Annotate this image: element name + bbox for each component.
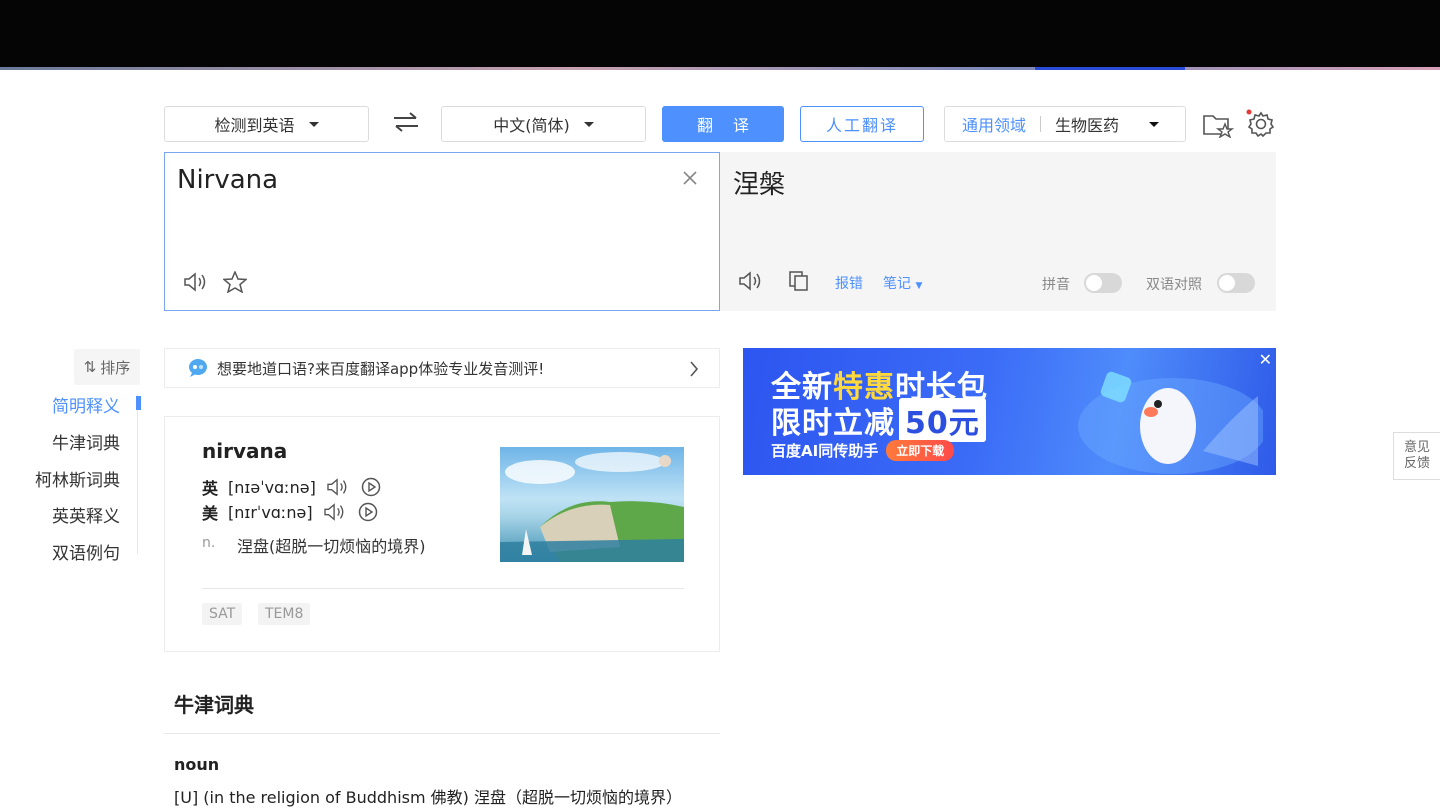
ad-banner[interactable]: 全新特惠时长包 限时立减 50元 百度AI同传助手 立即下载 ✕ bbox=[743, 348, 1276, 475]
feedback-label-line-1: 意见 bbox=[1403, 440, 1430, 455]
oxford-part-of-speech: noun bbox=[174, 755, 220, 774]
domain-select[interactable]: 通用领域 生物医药 bbox=[944, 106, 1186, 142]
chevron-down-icon bbox=[583, 121, 594, 127]
domain-separator bbox=[1040, 116, 1042, 132]
target-language-select[interactable]: 中文(简体) bbox=[441, 106, 646, 142]
notes-label: 笔记 bbox=[883, 276, 911, 292]
swap-icon[interactable] bbox=[392, 110, 420, 134]
oxford-definition: [U] (in the religion of Buddhism 佛教) 涅盘（… bbox=[174, 788, 682, 807]
settings-gear-icon[interactable] bbox=[1244, 108, 1276, 140]
report-error-link[interactable]: 报错 bbox=[835, 273, 863, 293]
promo-text: 想要地道口语?来百度翻译app体验专业发音测评! bbox=[217, 359, 545, 378]
chevron-right-icon bbox=[690, 361, 699, 377]
sidebar-item-oxford[interactable]: 牛津词典 bbox=[52, 429, 120, 454]
domain-general-option[interactable]: 通用领域 bbox=[945, 112, 1026, 136]
definition: 涅盘(超脱一切烦恼的境界) bbox=[237, 537, 426, 556]
bilingual-label: 双语对照 bbox=[1146, 277, 1202, 293]
sidebar-item-collins[interactable]: 柯林斯词典 bbox=[35, 466, 120, 491]
chevron-down-icon bbox=[308, 121, 319, 127]
translate-button[interactable]: 翻译 bbox=[662, 106, 784, 142]
sidebar-active-marker bbox=[136, 396, 141, 410]
oxford-divider bbox=[164, 733, 720, 734]
source-language-select[interactable]: 检测到英语 bbox=[164, 106, 369, 142]
cliff-landscape-image bbox=[500, 452, 684, 562]
notes-link[interactable]: 笔记 ▼ bbox=[883, 273, 922, 293]
translation-text: 涅槃 bbox=[733, 170, 786, 200]
ad-discount-badge: 50元 bbox=[899, 398, 986, 442]
top-divider bbox=[0, 67, 1440, 70]
sidebar-item-examples[interactable]: 双语例句 bbox=[52, 539, 120, 564]
uk-practice-icon[interactable] bbox=[360, 476, 382, 498]
us-pronunciation-row: 美 [nɪrˈvɑːnə] bbox=[202, 500, 379, 524]
sort-icon: ⇅ bbox=[83, 358, 97, 376]
feedback-label-line-2: 反馈 bbox=[1403, 456, 1430, 471]
speaker-icon[interactable] bbox=[738, 270, 764, 292]
pinyin-toggle[interactable] bbox=[1084, 273, 1122, 293]
chat-bubble-icon bbox=[189, 359, 207, 377]
headword: nirvana bbox=[202, 439, 288, 463]
human-translate-button[interactable]: 人工翻译 bbox=[800, 106, 924, 142]
pinyin-label: 拼音 bbox=[1042, 277, 1070, 293]
us-practice-icon[interactable] bbox=[357, 501, 379, 523]
sidebar-item-en-en[interactable]: 英英释义 bbox=[52, 502, 120, 527]
uk-speaker-icon[interactable] bbox=[326, 477, 350, 497]
speaker-icon[interactable] bbox=[183, 271, 209, 293]
chevron-down-icon bbox=[1149, 121, 1160, 127]
ad-subheadline: 限时立减 50元 bbox=[771, 398, 986, 442]
brief-definition-card: nirvana 英 [nɪəˈvɑːnə] 美 [nɪrˈvɑːnə] n. 涅… bbox=[164, 416, 720, 652]
ad-brand: 百度AI同传助手 bbox=[771, 442, 879, 460]
feedback-button[interactable]: 意见 反馈 bbox=[1393, 432, 1440, 480]
target-language-label: 中文(简体) bbox=[493, 116, 570, 135]
uk-phonetic: [nɪəˈvɑːnə] bbox=[228, 477, 316, 497]
source-language-label: 检测到英语 bbox=[214, 116, 295, 135]
caret-down-icon: ▼ bbox=[915, 281, 923, 291]
exam-tag-sat: SAT bbox=[202, 603, 243, 625]
copy-icon[interactable] bbox=[788, 270, 810, 292]
promo-banner[interactable]: 想要地道口语?来百度翻译app体验专业发音测评! bbox=[164, 348, 720, 388]
source-text-area[interactable]: Nirvana bbox=[164, 152, 720, 311]
clear-icon[interactable] bbox=[683, 171, 697, 185]
favorites-folder-icon[interactable] bbox=[1202, 110, 1234, 138]
ad-subheadline-text: 限时立减 bbox=[771, 406, 895, 441]
card-divider bbox=[202, 588, 684, 589]
ad-mascot-illustration bbox=[1078, 371, 1263, 474]
source-text[interactable]: Nirvana bbox=[177, 165, 278, 195]
bilingual-toggle[interactable] bbox=[1217, 273, 1255, 293]
exam-tag-tem8: TEM8 bbox=[258, 603, 311, 625]
uk-pronunciation-row: 英 [nɪəˈvɑːnə] bbox=[202, 475, 382, 499]
sidebar-item-brief[interactable]: 简明释义 bbox=[52, 392, 120, 417]
star-icon[interactable] bbox=[223, 271, 247, 293]
word-image[interactable] bbox=[500, 447, 684, 562]
domain-selected-label: 生物医药 bbox=[1055, 116, 1120, 135]
part-of-speech: n. bbox=[202, 535, 216, 551]
translation-result-area: 涅槃 报错 笔记 ▼ 拼音 双语对照 bbox=[720, 152, 1276, 311]
ad-download-button[interactable]: 立即下载 bbox=[886, 440, 955, 461]
top-bar bbox=[0, 0, 1440, 68]
uk-label: 英 bbox=[202, 479, 219, 498]
top-divider-highlight bbox=[1035, 67, 1185, 70]
sort-label: 排序 bbox=[100, 358, 131, 377]
close-icon[interactable]: ✕ bbox=[1259, 350, 1272, 369]
us-speaker-icon[interactable] bbox=[323, 502, 347, 522]
us-label: 美 bbox=[202, 504, 219, 523]
sidebar-track bbox=[137, 394, 138, 554]
sort-button[interactable]: ⇅ 排序 bbox=[74, 349, 140, 385]
us-phonetic: [nɪrˈvɑːnə] bbox=[228, 502, 313, 522]
oxford-section-title: 牛津词典 bbox=[174, 693, 254, 717]
ad-footer: 百度AI同传助手 立即下载 bbox=[771, 440, 955, 461]
